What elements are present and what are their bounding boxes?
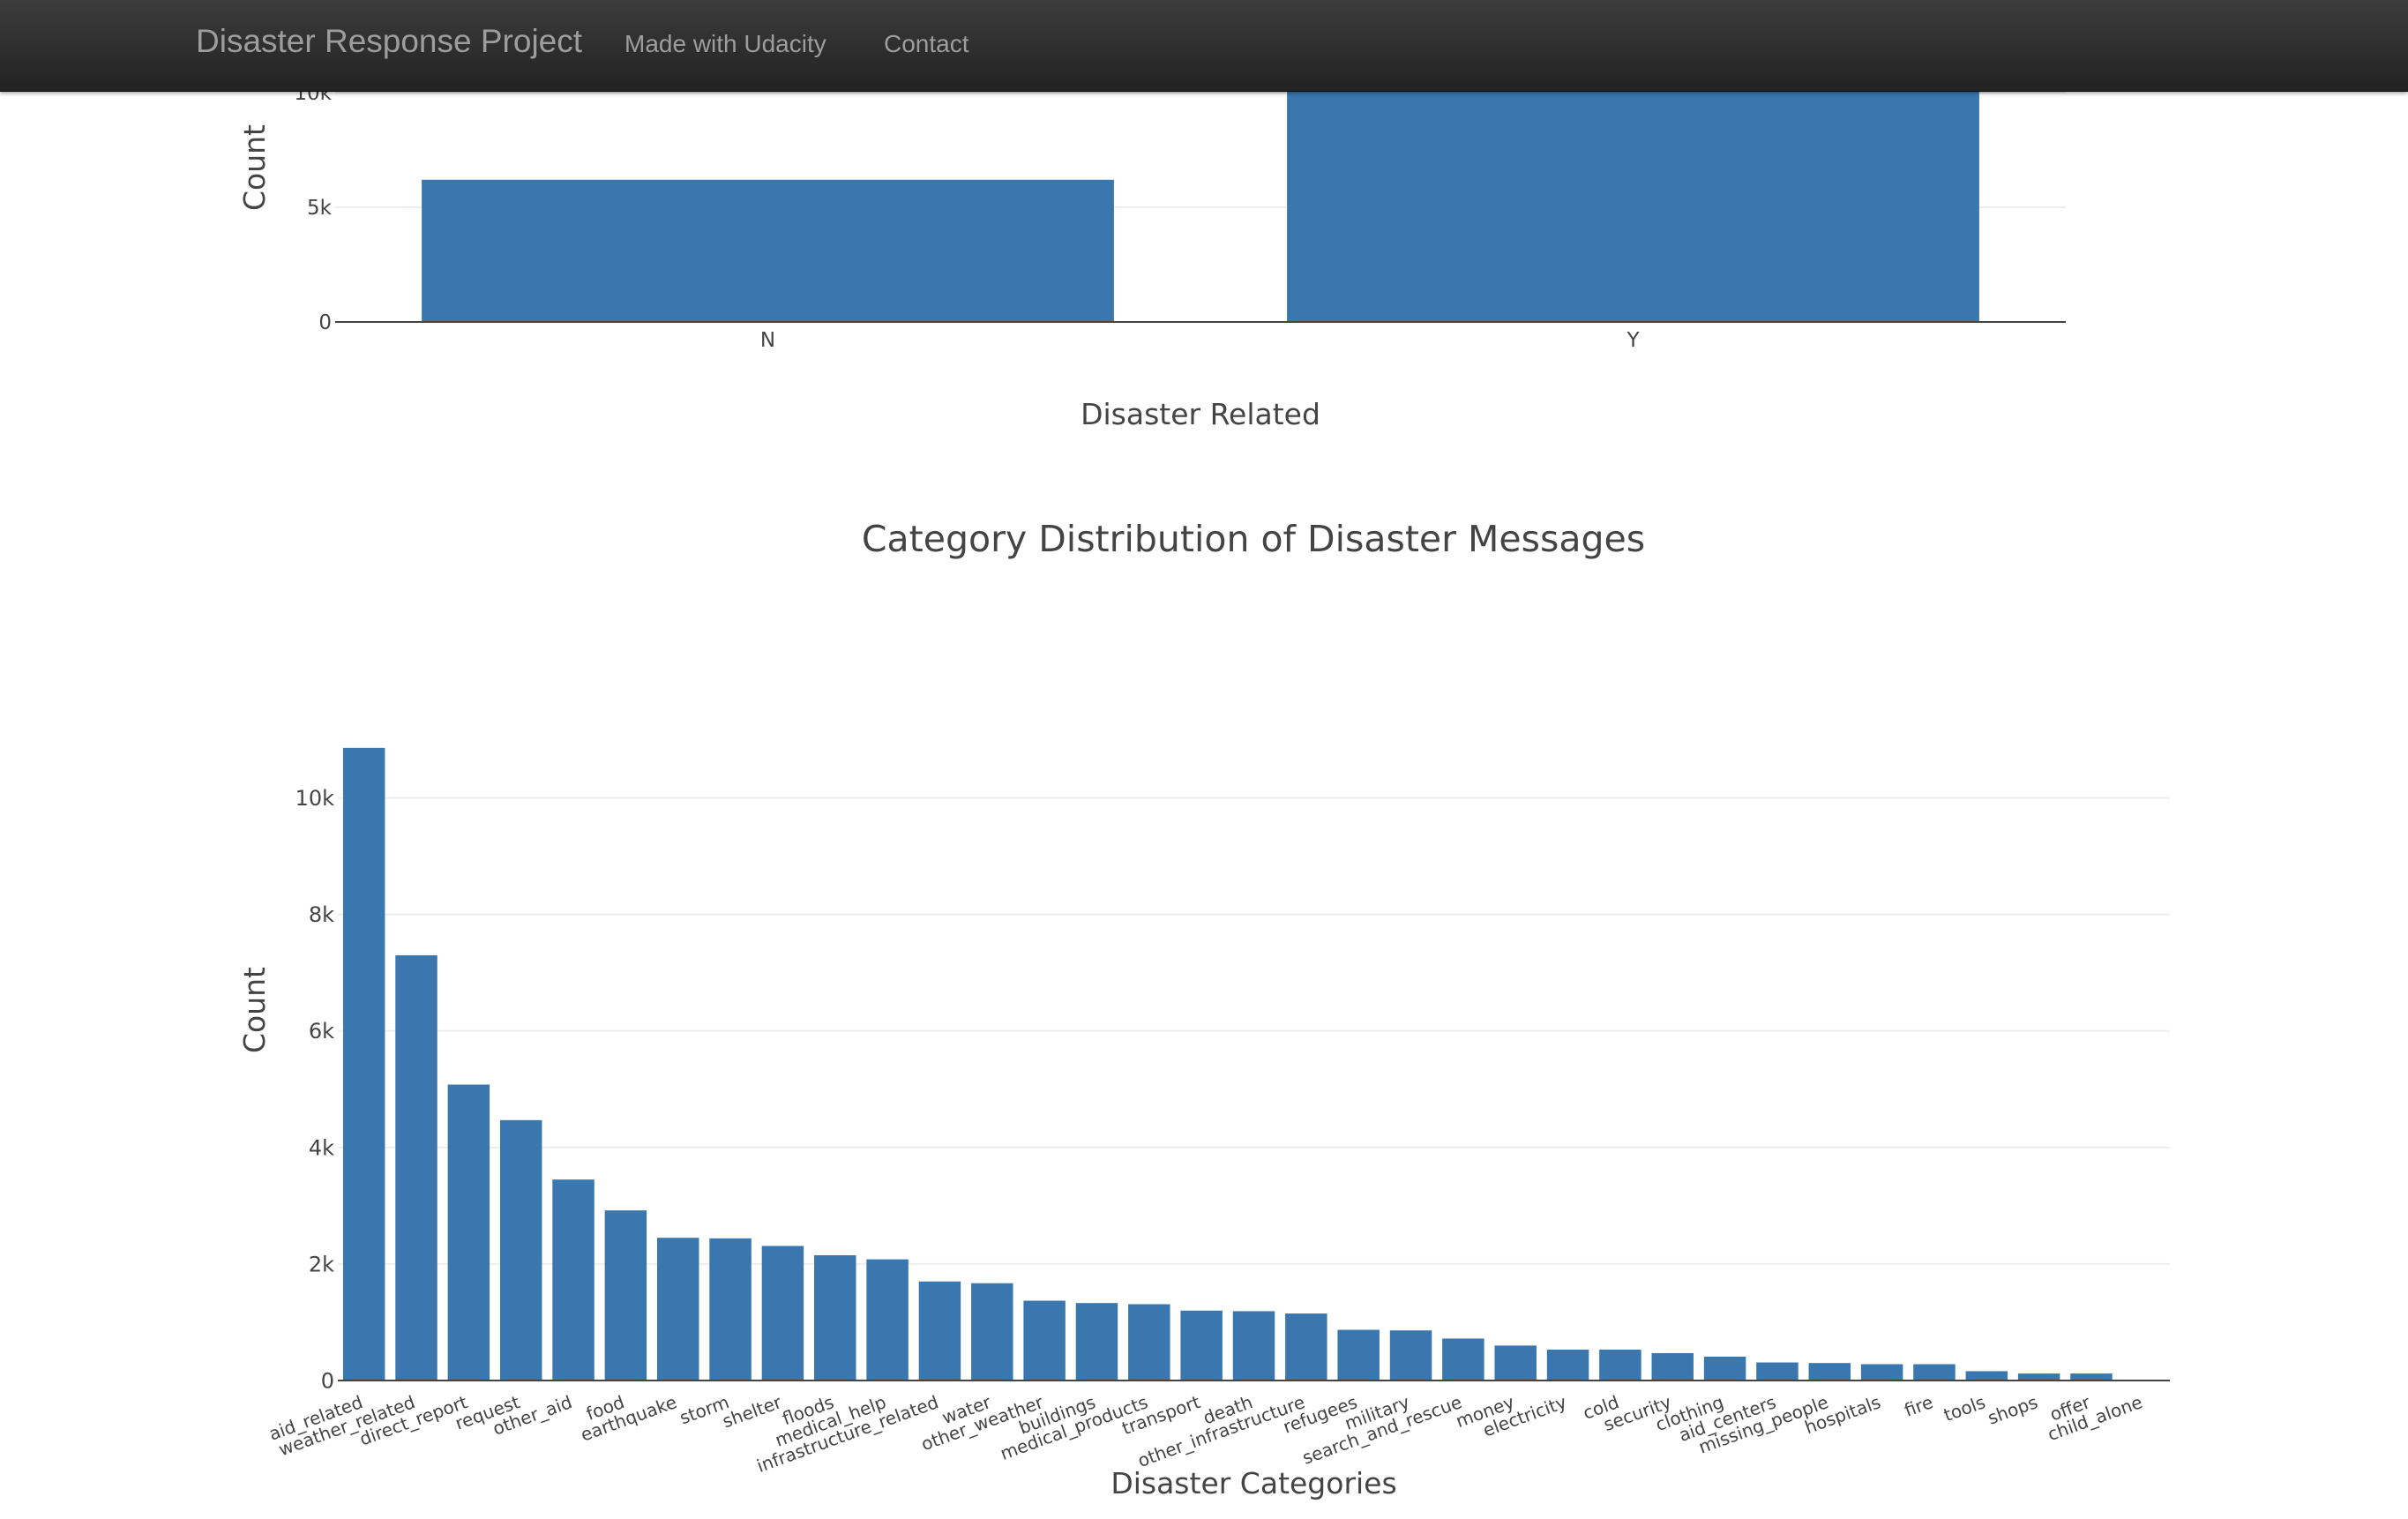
bar-shelter (761, 1246, 804, 1381)
x-axis-title: Disaster Categories (1111, 1466, 1396, 1500)
bar-direct-report (447, 1084, 490, 1381)
bar-military (1389, 1330, 1432, 1381)
category-distribution-chart-svg: 02k4k6k8k10kaid_relatedweather_relateddi… (237, 518, 2170, 1500)
bar-medical-products (1128, 1304, 1170, 1381)
bar-money (1494, 1345, 1537, 1381)
bar-death (1232, 1311, 1275, 1381)
y-tick-label: 5k (307, 197, 333, 220)
y-tick-label: 8k (309, 902, 334, 927)
bar-floods (814, 1255, 856, 1381)
bar-electricity (1546, 1350, 1589, 1381)
y-tick-label: 10k (295, 786, 335, 811)
bar-missing-people (1808, 1363, 1851, 1381)
y-tick-label: 4k (309, 1135, 334, 1160)
bar-n (422, 179, 1114, 322)
bar-earthquake (656, 1238, 699, 1381)
bar-storm (709, 1238, 752, 1381)
x-axis-title: Disaster Related (1081, 397, 1320, 431)
bar-buildings (1075, 1303, 1118, 1381)
bar-transport (1180, 1310, 1223, 1381)
y-tick-label: 6k (309, 1019, 334, 1044)
y-tick-label: 0 (321, 1368, 334, 1393)
bar-food (604, 1210, 647, 1381)
chart-title: Category Distribution of Disaster Messag… (862, 518, 1645, 560)
bar-refugees (1337, 1329, 1380, 1381)
bar-other-aid (552, 1179, 595, 1381)
y-tick-label: 0 (318, 311, 332, 334)
y-axis-title: Count (237, 124, 272, 211)
bar-hospitals (1860, 1364, 1903, 1381)
navbar: Disaster Response Project Made with Udac… (0, 0, 2408, 92)
x-tick-label: N (760, 329, 775, 352)
y-axis-title: Count (237, 967, 272, 1053)
bar-water (971, 1283, 1013, 1381)
bar-medical-help (866, 1259, 909, 1381)
bar-tools (1965, 1371, 2008, 1381)
bar-weather-related (395, 954, 437, 1381)
bar-security (1651, 1352, 1694, 1381)
x-tick-label: tools (1941, 1391, 1988, 1425)
nav-link-made-with-udacity[interactable]: Made with Udacity (624, 30, 826, 58)
x-tick-label: Y (1626, 329, 1640, 352)
bar-aid-related (342, 747, 385, 1381)
bar-aid-centers (1756, 1362, 1799, 1381)
x-tick-label: shops (1985, 1391, 2040, 1429)
bar-other-weather (1023, 1300, 1066, 1381)
nav-link-contact[interactable]: Contact (884, 30, 969, 58)
category-distribution-chart: 0 2k 4k 6k 8k 10k aid_related weather_related di… (0, 459, 2408, 1519)
bar-offer (2070, 1373, 2113, 1381)
x-tick-label: fire (1902, 1391, 1936, 1421)
brand-link[interactable]: Disaster Response Project (196, 23, 582, 60)
bar-infrastructure-related (918, 1281, 961, 1381)
bars (342, 747, 2113, 1381)
x-tick-label: shelter (720, 1391, 785, 1433)
bar-other-infrastructure (1285, 1313, 1327, 1381)
bar-search-and-rescue (1442, 1338, 1484, 1381)
bar-fire (1913, 1364, 1956, 1381)
bar-shops (2017, 1373, 2060, 1381)
bar-request (499, 1119, 542, 1381)
bar-clothing (1703, 1356, 1746, 1381)
bar-cold (1599, 1350, 1641, 1381)
y-tick-label: 2k (309, 1252, 334, 1276)
